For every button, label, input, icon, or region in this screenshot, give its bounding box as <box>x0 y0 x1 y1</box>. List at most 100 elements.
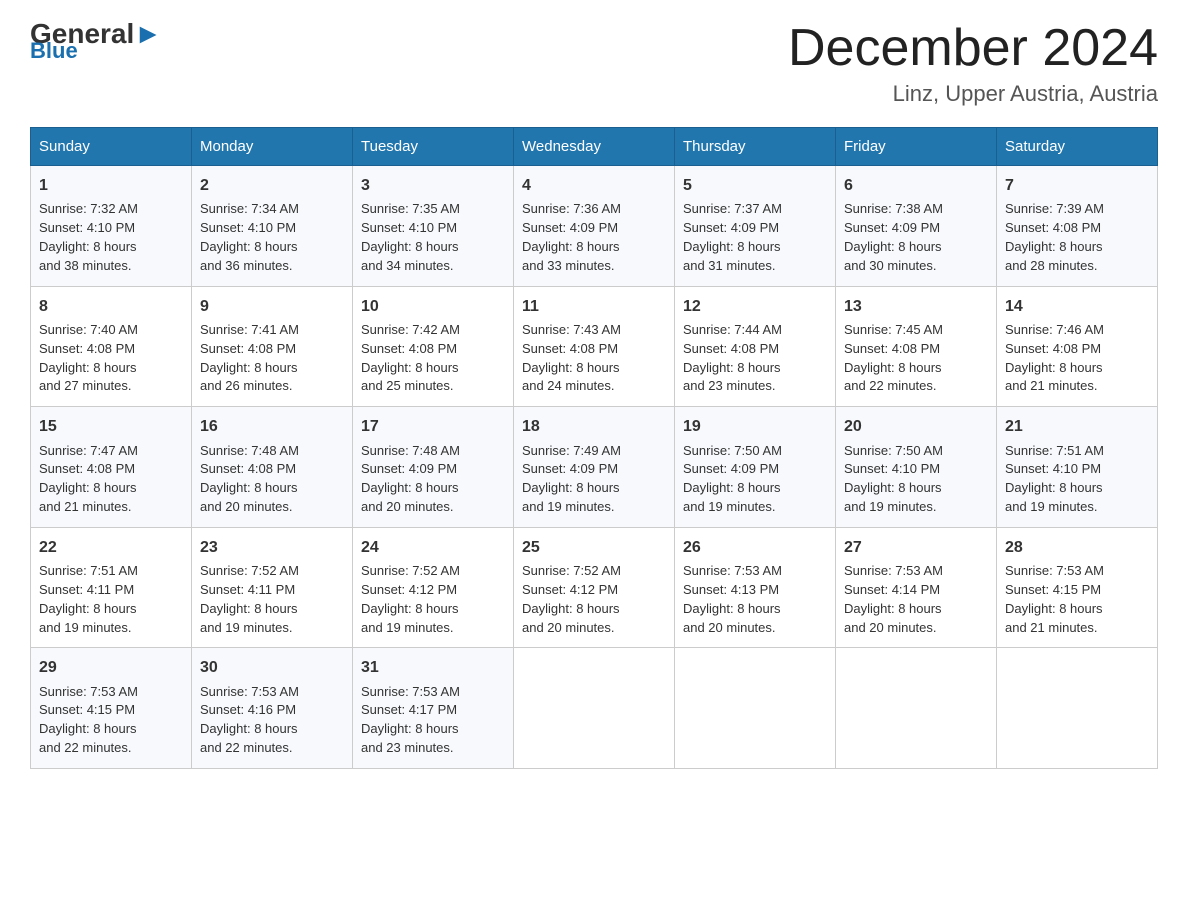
calendar-week-row: 15 Sunrise: 7:47 AMSunset: 4:08 PMDayligh… <box>31 407 1158 528</box>
calendar-cell: 27Sunrise: 7:53 AMSunset: 4:14 PMDayligh… <box>836 527 997 648</box>
day-info: Sunrise: 7:52 AMSunset: 4:11 PMDaylight:… <box>200 562 344 637</box>
day-number: 23 <box>200 536 344 559</box>
day-info: Sunrise: 7:43 AMSunset: 4:08 PMDaylight:… <box>522 321 666 396</box>
calendar-cell: 10 Sunrise: 7:42 AMSunset: 4:08 PMDayligh… <box>353 286 514 407</box>
calendar-cell: 9 Sunrise: 7:41 AMSunset: 4:08 PMDaylight… <box>192 286 353 407</box>
calendar-cell <box>675 648 836 769</box>
day-info: Sunrise: 7:37 AMSunset: 4:09 PMDaylight:… <box>683 200 827 275</box>
day-info: Sunrise: 7:45 AMSunset: 4:08 PMDaylight:… <box>844 321 988 396</box>
day-info: Sunrise: 7:53 AMSunset: 4:13 PMDaylight:… <box>683 562 827 637</box>
day-info: Sunrise: 7:47 AMSunset: 4:08 PMDaylight:… <box>39 442 183 517</box>
day-number: 1 <box>39 174 183 197</box>
day-info: Sunrise: 7:53 AMSunset: 4:14 PMDaylight:… <box>844 562 988 637</box>
day-info: Sunrise: 7:53 AMSunset: 4:16 PMDaylight:… <box>200 683 344 758</box>
day-info: Sunrise: 7:38 AMSunset: 4:09 PMDaylight:… <box>844 200 988 275</box>
day-info: Sunrise: 7:52 AMSunset: 4:12 PMDaylight:… <box>361 562 505 637</box>
day-info: Sunrise: 7:44 AMSunset: 4:08 PMDaylight:… <box>683 321 827 396</box>
calendar-header-row: SundayMondayTuesdayWednesdayThursdayFrid… <box>31 128 1158 166</box>
calendar-table: SundayMondayTuesdayWednesdayThursdayFrid… <box>30 127 1158 769</box>
day-number: 13 <box>844 295 988 318</box>
day-number: 10 <box>361 295 505 318</box>
day-number: 31 <box>361 656 505 679</box>
day-info: Sunrise: 7:46 AMSunset: 4:08 PMDaylight:… <box>1005 321 1149 396</box>
day-info: Sunrise: 7:51 AMSunset: 4:11 PMDaylight:… <box>39 562 183 637</box>
page-header: General► Blue December 2024 Linz, Upper … <box>30 20 1158 107</box>
calendar-cell: 6 Sunrise: 7:38 AMSunset: 4:09 PMDaylight… <box>836 166 997 287</box>
day-info: Sunrise: 7:48 AMSunset: 4:09 PMDaylight:… <box>361 442 505 517</box>
weekday-header-thursday: Thursday <box>675 128 836 166</box>
day-number: 17 <box>361 415 505 438</box>
calendar-cell <box>997 648 1158 769</box>
day-info: Sunrise: 7:41 AMSunset: 4:08 PMDaylight:… <box>200 321 344 396</box>
calendar-cell: 25 Sunrise: 7:52 AMSunset: 4:12 PMDayligh… <box>514 527 675 648</box>
calendar-cell: 7 Sunrise: 7:39 AMSunset: 4:08 PMDaylight… <box>997 166 1158 287</box>
calendar-cell: 22Sunrise: 7:51 AMSunset: 4:11 PMDayligh… <box>31 527 192 648</box>
day-number: 28 <box>1005 536 1149 559</box>
day-info: Sunrise: 7:53 AMSunset: 4:17 PMDaylight:… <box>361 683 505 758</box>
calendar-cell: 2Sunrise: 7:34 AMSunset: 4:10 PMDaylight… <box>192 166 353 287</box>
day-info: Sunrise: 7:40 AMSunset: 4:08 PMDaylight:… <box>39 321 183 396</box>
day-number: 26 <box>683 536 827 559</box>
calendar-cell: 4 Sunrise: 7:36 AMSunset: 4:09 PMDaylight… <box>514 166 675 287</box>
calendar-cell: 24Sunrise: 7:52 AMSunset: 4:12 PMDayligh… <box>353 527 514 648</box>
day-number: 7 <box>1005 174 1149 197</box>
calendar-cell: 5Sunrise: 7:37 AMSunset: 4:09 PMDaylight… <box>675 166 836 287</box>
weekday-header-sunday: Sunday <box>31 128 192 166</box>
weekday-header-friday: Friday <box>836 128 997 166</box>
day-number: 30 <box>200 656 344 679</box>
calendar-cell: 14 Sunrise: 7:46 AMSunset: 4:08 PMDayligh… <box>997 286 1158 407</box>
calendar-cell: 30 Sunrise: 7:53 AMSunset: 4:16 PMDayligh… <box>192 648 353 769</box>
calendar-cell: 26 Sunrise: 7:53 AMSunset: 4:13 PMDayligh… <box>675 527 836 648</box>
day-number: 12 <box>683 295 827 318</box>
logo: General► Blue <box>30 20 162 64</box>
weekday-header-saturday: Saturday <box>997 128 1158 166</box>
day-info: Sunrise: 7:49 AMSunset: 4:09 PMDaylight:… <box>522 442 666 517</box>
calendar-cell: 1Sunrise: 7:32 AMSunset: 4:10 PMDaylight… <box>31 166 192 287</box>
calendar-week-row: 8Sunrise: 7:40 AMSunset: 4:08 PMDaylight… <box>31 286 1158 407</box>
day-number: 6 <box>844 174 988 197</box>
title-block: December 2024 Linz, Upper Austria, Austr… <box>788 20 1158 107</box>
calendar-cell: 13 Sunrise: 7:45 AMSunset: 4:08 PMDayligh… <box>836 286 997 407</box>
calendar-cell: 12 Sunrise: 7:44 AMSunset: 4:08 PMDayligh… <box>675 286 836 407</box>
day-number: 29 <box>39 656 183 679</box>
day-number: 25 <box>522 536 666 559</box>
calendar-cell <box>836 648 997 769</box>
day-info: Sunrise: 7:50 AMSunset: 4:09 PMDaylight:… <box>683 442 827 517</box>
day-number: 11 <box>522 295 666 318</box>
day-number: 14 <box>1005 295 1149 318</box>
calendar-cell: 18 Sunrise: 7:49 AMSunset: 4:09 PMDayligh… <box>514 407 675 528</box>
day-info: Sunrise: 7:36 AMSunset: 4:09 PMDaylight:… <box>522 200 666 275</box>
logo-blue-text: Blue <box>30 38 78 64</box>
calendar-week-row: 22Sunrise: 7:51 AMSunset: 4:11 PMDayligh… <box>31 527 1158 648</box>
day-info: Sunrise: 7:50 AMSunset: 4:10 PMDaylight:… <box>844 442 988 517</box>
calendar-cell <box>514 648 675 769</box>
day-number: 16 <box>200 415 344 438</box>
calendar-cell: 19 Sunrise: 7:50 AMSunset: 4:09 PMDayligh… <box>675 407 836 528</box>
day-info: Sunrise: 7:39 AMSunset: 4:08 PMDaylight:… <box>1005 200 1149 275</box>
calendar-cell: 23 Sunrise: 7:52 AMSunset: 4:11 PMDayligh… <box>192 527 353 648</box>
day-info: Sunrise: 7:42 AMSunset: 4:08 PMDaylight:… <box>361 321 505 396</box>
day-number: 21 <box>1005 415 1149 438</box>
day-number: 2 <box>200 174 344 197</box>
calendar-cell: 21Sunrise: 7:51 AMSunset: 4:10 PMDayligh… <box>997 407 1158 528</box>
day-info: Sunrise: 7:53 AMSunset: 4:15 PMDaylight:… <box>1005 562 1149 637</box>
day-number: 9 <box>200 295 344 318</box>
day-number: 3 <box>361 174 505 197</box>
location-title: Linz, Upper Austria, Austria <box>788 81 1158 107</box>
day-info: Sunrise: 7:53 AMSunset: 4:15 PMDaylight:… <box>39 683 183 758</box>
calendar-cell: 20 Sunrise: 7:50 AMSunset: 4:10 PMDayligh… <box>836 407 997 528</box>
calendar-cell: 17 Sunrise: 7:48 AMSunset: 4:09 PMDayligh… <box>353 407 514 528</box>
day-info: Sunrise: 7:52 AMSunset: 4:12 PMDaylight:… <box>522 562 666 637</box>
day-number: 4 <box>522 174 666 197</box>
calendar-cell: 29 Sunrise: 7:53 AMSunset: 4:15 PMDayligh… <box>31 648 192 769</box>
calendar-cell: 3Sunrise: 7:35 AMSunset: 4:10 PMDaylight… <box>353 166 514 287</box>
calendar-cell: 31 Sunrise: 7:53 AMSunset: 4:17 PMDayligh… <box>353 648 514 769</box>
month-title: December 2024 <box>788 20 1158 77</box>
day-info: Sunrise: 7:48 AMSunset: 4:08 PMDaylight:… <box>200 442 344 517</box>
day-number: 15 <box>39 415 183 438</box>
day-number: 20 <box>844 415 988 438</box>
calendar-cell: 16 Sunrise: 7:48 AMSunset: 4:08 PMDayligh… <box>192 407 353 528</box>
day-number: 18 <box>522 415 666 438</box>
day-number: 19 <box>683 415 827 438</box>
calendar-cell: 11 Sunrise: 7:43 AMSunset: 4:08 PMDayligh… <box>514 286 675 407</box>
